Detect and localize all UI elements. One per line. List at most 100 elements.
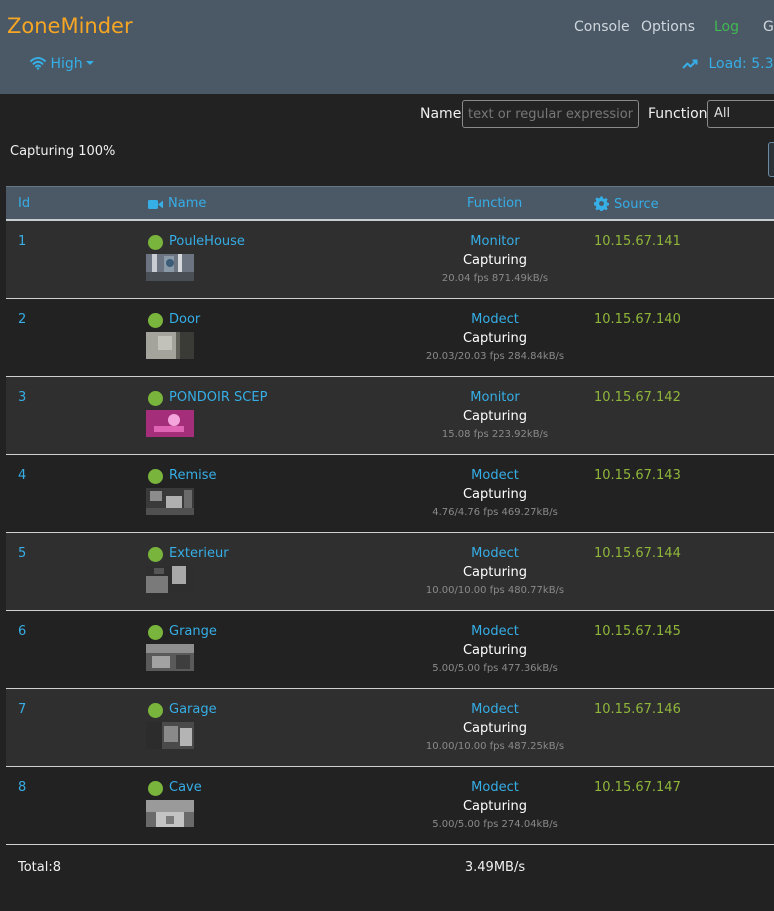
table-row: 8 Cave Modect Capturing 5.00/5.00 fps 27… bbox=[6, 767, 774, 845]
monitor-name-link[interactable]: Exterieur bbox=[169, 546, 229, 561]
nav-groups-link[interactable]: Gr bbox=[763, 19, 774, 35]
monitor-id[interactable]: 3 bbox=[18, 390, 26, 405]
monitor-status: Capturing bbox=[462, 253, 528, 268]
monitor-source-link[interactable]: 10.15.67.144 bbox=[594, 546, 681, 561]
monitor-id[interactable]: 4 bbox=[18, 468, 26, 483]
monitor-stats: 4.76/4.76 fps 469.27kB/s bbox=[432, 507, 558, 518]
monitor-function-link[interactable]: Modect bbox=[366, 312, 624, 327]
capture-status: Capturing 100% bbox=[10, 144, 116, 159]
bandwidth-label: High bbox=[50, 56, 83, 72]
nav-log-link[interactable]: Log bbox=[714, 19, 739, 35]
app-brand[interactable]: ZoneMinder bbox=[7, 14, 133, 38]
table-footer: Total:8 3.49MB/s bbox=[6, 845, 774, 891]
table-row: 3 PONDOIR SCEP Monitor Capturing 15.08 f… bbox=[6, 377, 774, 455]
monitor-status: Capturing bbox=[462, 331, 528, 346]
monitor-name-link[interactable]: Remise bbox=[169, 468, 217, 483]
monitor-thumbnail[interactable] bbox=[146, 722, 194, 749]
status-indicator bbox=[148, 313, 163, 328]
monitor-source-link[interactable]: 10.15.67.143 bbox=[594, 468, 681, 483]
monitor-name-link[interactable]: PouleHouse bbox=[169, 234, 245, 249]
monitor-status: Capturing bbox=[462, 409, 528, 424]
column-id-header[interactable]: Id bbox=[18, 196, 30, 211]
monitor-stats: 20.04 fps 871.49kB/s bbox=[441, 273, 549, 284]
monitor-id[interactable]: 7 bbox=[18, 702, 26, 717]
status-indicator bbox=[148, 469, 163, 484]
total-count: Total:8 bbox=[18, 860, 62, 875]
column-function-header[interactable]: Function bbox=[467, 196, 522, 211]
monitor-name-link[interactable]: Door bbox=[169, 312, 200, 327]
monitor-status: Capturing bbox=[462, 799, 528, 814]
monitor-name-link[interactable]: Garage bbox=[169, 702, 217, 717]
video-camera-icon bbox=[148, 196, 168, 211]
monitor-status: Capturing bbox=[462, 721, 528, 736]
monitor-function-link[interactable]: Monitor bbox=[366, 234, 624, 249]
monitor-status: Capturing bbox=[462, 487, 528, 502]
monitor-thumbnail[interactable] bbox=[146, 566, 194, 593]
monitor-source-link[interactable]: 10.15.67.146 bbox=[594, 702, 681, 717]
monitor-id[interactable]: 2 bbox=[18, 312, 26, 327]
monitor-thumbnail[interactable] bbox=[146, 800, 194, 827]
monitor-name-link[interactable]: Cave bbox=[169, 780, 202, 795]
monitor-id[interactable]: 5 bbox=[18, 546, 26, 561]
monitor-id[interactable]: 6 bbox=[18, 624, 26, 639]
monitor-stats: 5.00/5.00 fps 477.36kB/s bbox=[432, 663, 558, 674]
toolbar-button[interactable] bbox=[768, 142, 774, 177]
status-indicator bbox=[148, 625, 163, 640]
monitor-table: Id Name Function Source 1 PouleHouse Mon… bbox=[6, 186, 774, 891]
table-row: 4 Remise Modect Capturing 4.76/4.76 fps … bbox=[6, 455, 774, 533]
status-indicator bbox=[148, 703, 163, 718]
monitor-name-link[interactable]: Grange bbox=[169, 624, 217, 639]
monitor-thumbnail[interactable] bbox=[146, 332, 194, 359]
table-row: 1 PouleHouse Monitor Capturing 20.04 fps… bbox=[6, 221, 774, 299]
monitor-function-link[interactable]: Modect bbox=[366, 468, 624, 483]
table-row: 6 Grange Modect Capturing 5.00/5.00 fps … bbox=[6, 611, 774, 689]
status-indicator bbox=[148, 547, 163, 562]
monitor-source-link[interactable]: 10.15.67.141 bbox=[594, 234, 681, 249]
column-source-label: Source bbox=[614, 197, 659, 212]
wifi-icon bbox=[30, 56, 50, 72]
name-filter-input[interactable] bbox=[462, 100, 639, 128]
monitor-stats: 5.00/5.00 fps 274.04kB/s bbox=[432, 819, 558, 830]
monitor-id[interactable]: 8 bbox=[18, 780, 26, 795]
nav-options-link[interactable]: Options bbox=[641, 19, 695, 35]
function-filter-label: Function bbox=[648, 106, 708, 122]
table-row: 5 Exterieur Modect Capturing 10.00/10.00… bbox=[6, 533, 774, 611]
system-load: Load: 5.3 bbox=[682, 56, 773, 72]
monitor-function-link[interactable]: Modect bbox=[366, 624, 624, 639]
table-row: 2 Door Modect Capturing 20.03/20.03 fps … bbox=[6, 299, 774, 377]
status-indicator bbox=[148, 781, 163, 796]
function-filter-select[interactable]: All bbox=[707, 100, 774, 128]
load-label: Load: 5.3 bbox=[708, 56, 774, 72]
monitor-thumbnail[interactable] bbox=[146, 488, 194, 515]
monitor-source-link[interactable]: 10.15.67.142 bbox=[594, 390, 681, 405]
monitor-thumbnail[interactable] bbox=[146, 410, 194, 437]
monitor-function-link[interactable]: Modect bbox=[366, 780, 624, 795]
monitor-status: Capturing bbox=[462, 565, 528, 580]
monitor-function-link[interactable]: Monitor bbox=[366, 390, 624, 405]
table-header: Id Name Function Source bbox=[6, 186, 774, 221]
monitor-name-link[interactable]: PONDOIR SCEP bbox=[169, 390, 267, 405]
monitor-stats: 15.08 fps 223.92kB/s bbox=[441, 429, 549, 440]
status-indicator bbox=[148, 391, 163, 406]
column-name-label: Name bbox=[168, 196, 207, 211]
monitor-function-link[interactable]: Modect bbox=[366, 546, 624, 561]
monitor-stats: 10.00/10.00 fps 480.77kB/s bbox=[425, 585, 565, 596]
table-row: 7 Garage Modect Capturing 10.00/10.00 fp… bbox=[6, 689, 774, 767]
monitor-source-link[interactable]: 10.15.67.147 bbox=[594, 780, 681, 795]
bandwidth-dropdown[interactable]: High bbox=[30, 56, 94, 72]
trending-up-icon bbox=[682, 56, 708, 72]
monitor-stats: 10.00/10.00 fps 487.25kB/s bbox=[425, 741, 565, 752]
monitor-source-link[interactable]: 10.15.67.145 bbox=[594, 624, 681, 639]
monitor-status: Capturing bbox=[462, 643, 528, 658]
column-source-header[interactable]: Source bbox=[593, 196, 659, 212]
monitor-source-link[interactable]: 10.15.67.140 bbox=[594, 312, 681, 327]
monitor-id[interactable]: 1 bbox=[18, 234, 26, 249]
monitor-thumbnail[interactable] bbox=[146, 254, 194, 281]
nav-console-link[interactable]: Console bbox=[574, 19, 630, 35]
total-bandwidth: 3.49MB/s bbox=[464, 860, 526, 875]
column-name-header[interactable]: Name bbox=[148, 196, 206, 211]
chevron-down-icon bbox=[85, 61, 94, 65]
top-navbar: ZoneMinder Console Options Log Gr High L… bbox=[0, 0, 774, 94]
monitor-thumbnail[interactable] bbox=[146, 644, 194, 671]
monitor-function-link[interactable]: Modect bbox=[366, 702, 624, 717]
